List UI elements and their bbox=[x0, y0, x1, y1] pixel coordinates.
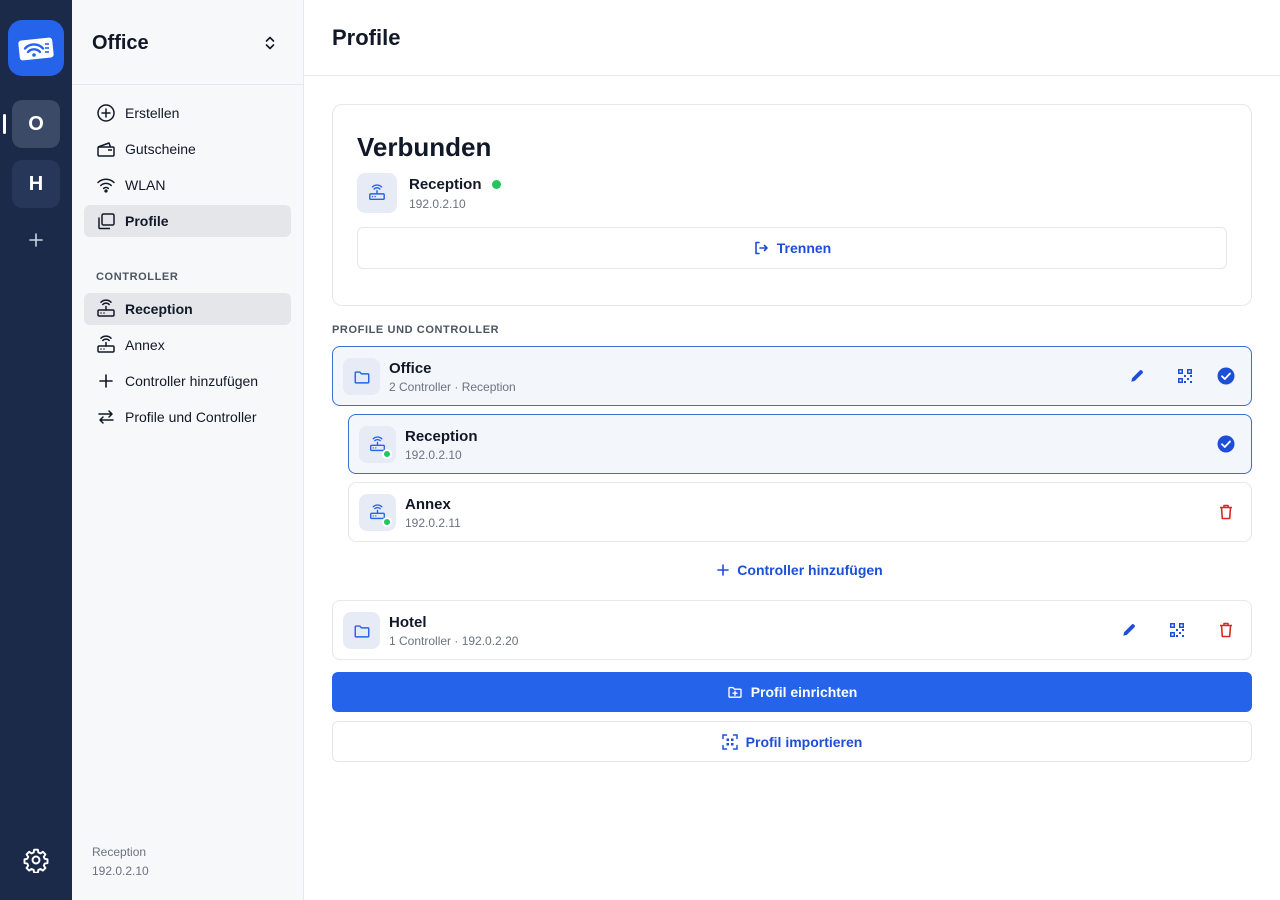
sidebar-item-label: Controller hinzufügen bbox=[125, 373, 259, 389]
ticket-icon bbox=[96, 139, 116, 159]
qr-code-icon bbox=[1170, 623, 1184, 637]
profile-rail: O H bbox=[0, 0, 72, 900]
sidebar-item-label: WLAN bbox=[125, 177, 166, 193]
sidebar-item-label: Annex bbox=[125, 337, 165, 353]
active-controller-check bbox=[1214, 432, 1238, 456]
plus-circle-icon bbox=[96, 103, 116, 123]
delete-controller-button[interactable] bbox=[1214, 500, 1238, 524]
folder-tile bbox=[343, 358, 380, 395]
delete-profile-button[interactable] bbox=[1214, 618, 1238, 642]
check-circle-icon bbox=[1217, 435, 1235, 453]
gear-icon bbox=[23, 848, 49, 873]
disconnect-label: Trennen bbox=[776, 240, 832, 256]
rail-profile-office[interactable]: O bbox=[12, 100, 60, 148]
folder-icon bbox=[354, 370, 369, 384]
pencil-icon bbox=[1131, 370, 1143, 382]
import-profile-label: Profil importieren bbox=[745, 733, 863, 750]
sidebar-item-label: Profile und Controller bbox=[125, 409, 257, 425]
add-controller-button[interactable]: Controller hinzufügen bbox=[348, 556, 1252, 584]
profile-row-office[interactable]: Office 2 Controller · Reception bbox=[332, 346, 1252, 406]
qr-code-icon bbox=[1178, 369, 1192, 383]
sidebar-item-label: Gutscheine bbox=[125, 141, 196, 157]
logout-icon bbox=[753, 240, 769, 256]
import-profile-button[interactable]: Profil importieren bbox=[332, 721, 1252, 762]
active-profile-check bbox=[1214, 364, 1238, 388]
controller-ip: 192.0.2.11 bbox=[405, 516, 461, 530]
router-icon bbox=[96, 335, 116, 355]
disconnect-button[interactable]: Trennen bbox=[357, 227, 1227, 269]
setup-profile-label: Profil einrichten bbox=[750, 684, 858, 700]
folder-tile bbox=[343, 612, 380, 649]
connected-controller-ip: 192.0.2.10 bbox=[92, 864, 149, 878]
main-header: Profile bbox=[304, 0, 1280, 76]
main-content: Profile Verbunden Reception 192.0.2.10 T… bbox=[304, 0, 1280, 900]
connection-status-title: Verbunden bbox=[357, 132, 492, 162]
add-controller-label: Controller hinzufügen bbox=[737, 562, 883, 578]
rail-profile-hotel[interactable]: H bbox=[12, 160, 60, 208]
folder-icon bbox=[354, 624, 369, 638]
profiles-icon bbox=[96, 211, 116, 231]
connected-controller-name: Reception bbox=[92, 845, 147, 859]
connected-device-name: Reception bbox=[409, 176, 482, 193]
sidebar-item-wlan[interactable]: WLAN bbox=[84, 169, 291, 201]
edit-profile-button[interactable] bbox=[1125, 364, 1149, 388]
controller-ip: 192.0.2.10 bbox=[405, 448, 462, 462]
settings-button[interactable] bbox=[22, 846, 50, 874]
sidebar-item-profiles-and-controllers[interactable]: Profile und Controller bbox=[84, 401, 291, 433]
connected-device-ip: 192.0.2.10 bbox=[409, 197, 466, 211]
qr-code-button[interactable] bbox=[1165, 618, 1189, 642]
sidebar-item-profile[interactable]: Profile bbox=[84, 205, 291, 237]
sidebar-item-reception[interactable]: Reception bbox=[84, 293, 291, 325]
check-circle-icon bbox=[1217, 367, 1235, 385]
edit-profile-button[interactable] bbox=[1117, 618, 1141, 642]
router-icon bbox=[369, 184, 385, 201]
router-icon bbox=[96, 299, 116, 319]
trash-icon bbox=[1220, 504, 1232, 520]
profile-summary: 2 Controller · Reception bbox=[389, 380, 516, 394]
setup-profile-button[interactable]: Profil einrichten bbox=[332, 672, 1252, 712]
connection-card: Verbunden Reception 192.0.2.10 Trennen bbox=[332, 104, 1252, 306]
trash-icon bbox=[1220, 622, 1232, 638]
profile-switcher-button[interactable] bbox=[260, 33, 280, 53]
sidebar-item-add-controller[interactable]: Controller hinzufügen bbox=[84, 365, 291, 397]
qr-scan-icon bbox=[721, 733, 738, 750]
wifi-ticket-icon bbox=[18, 37, 54, 61]
controller-name: Reception bbox=[405, 428, 478, 445]
sidebar-profile-title: Office bbox=[92, 32, 149, 54]
device-tile bbox=[357, 173, 397, 213]
page-title: Profile bbox=[332, 25, 401, 50]
sidebar-item-label: Profile bbox=[125, 213, 169, 229]
sidebar-section-controller: CONTROLLER bbox=[96, 271, 179, 283]
profile-name: Hotel bbox=[389, 614, 427, 631]
controller-row-reception[interactable]: Reception 192.0.2.10 bbox=[348, 414, 1252, 474]
folder-plus-icon bbox=[727, 684, 743, 700]
profile-name: Office bbox=[389, 360, 432, 377]
controller-name: Annex bbox=[405, 496, 451, 513]
pencil-icon bbox=[1123, 624, 1135, 636]
sidebar: Office Erstellen Gutscheine WLAN Profile… bbox=[72, 0, 304, 900]
qr-code-button[interactable] bbox=[1173, 364, 1197, 388]
rail-add-profile-button[interactable] bbox=[24, 228, 48, 252]
active-profile-indicator bbox=[3, 114, 6, 134]
sidebar-header: Office bbox=[72, 0, 303, 85]
profile-summary: 1 Controller · 192.0.2.20 bbox=[389, 634, 519, 648]
app-logo[interactable] bbox=[8, 20, 64, 76]
online-status-dot bbox=[382, 517, 392, 527]
plus-icon bbox=[96, 371, 116, 391]
controller-row-annex[interactable]: Annex 192.0.2.11 bbox=[348, 482, 1252, 542]
profile-row-hotel[interactable]: Hotel 1 Controller · 192.0.2.20 bbox=[332, 600, 1252, 660]
sidebar-item-gutscheine[interactable]: Gutscheine bbox=[84, 133, 291, 165]
online-status-dot bbox=[492, 180, 501, 189]
wifi-icon bbox=[96, 175, 116, 195]
chevron-up-down-icon bbox=[265, 36, 275, 50]
sidebar-item-erstellen[interactable]: Erstellen bbox=[84, 97, 291, 129]
plus-icon bbox=[29, 233, 43, 247]
section-label-profiles: PROFILE UND CONTROLLER bbox=[332, 324, 500, 336]
swap-arrows-icon bbox=[96, 407, 116, 427]
sidebar-item-label: Reception bbox=[125, 301, 193, 317]
online-status-dot bbox=[382, 449, 392, 459]
sidebar-item-annex[interactable]: Annex bbox=[84, 329, 291, 361]
sidebar-item-label: Erstellen bbox=[125, 105, 180, 121]
plus-icon bbox=[717, 564, 730, 576]
